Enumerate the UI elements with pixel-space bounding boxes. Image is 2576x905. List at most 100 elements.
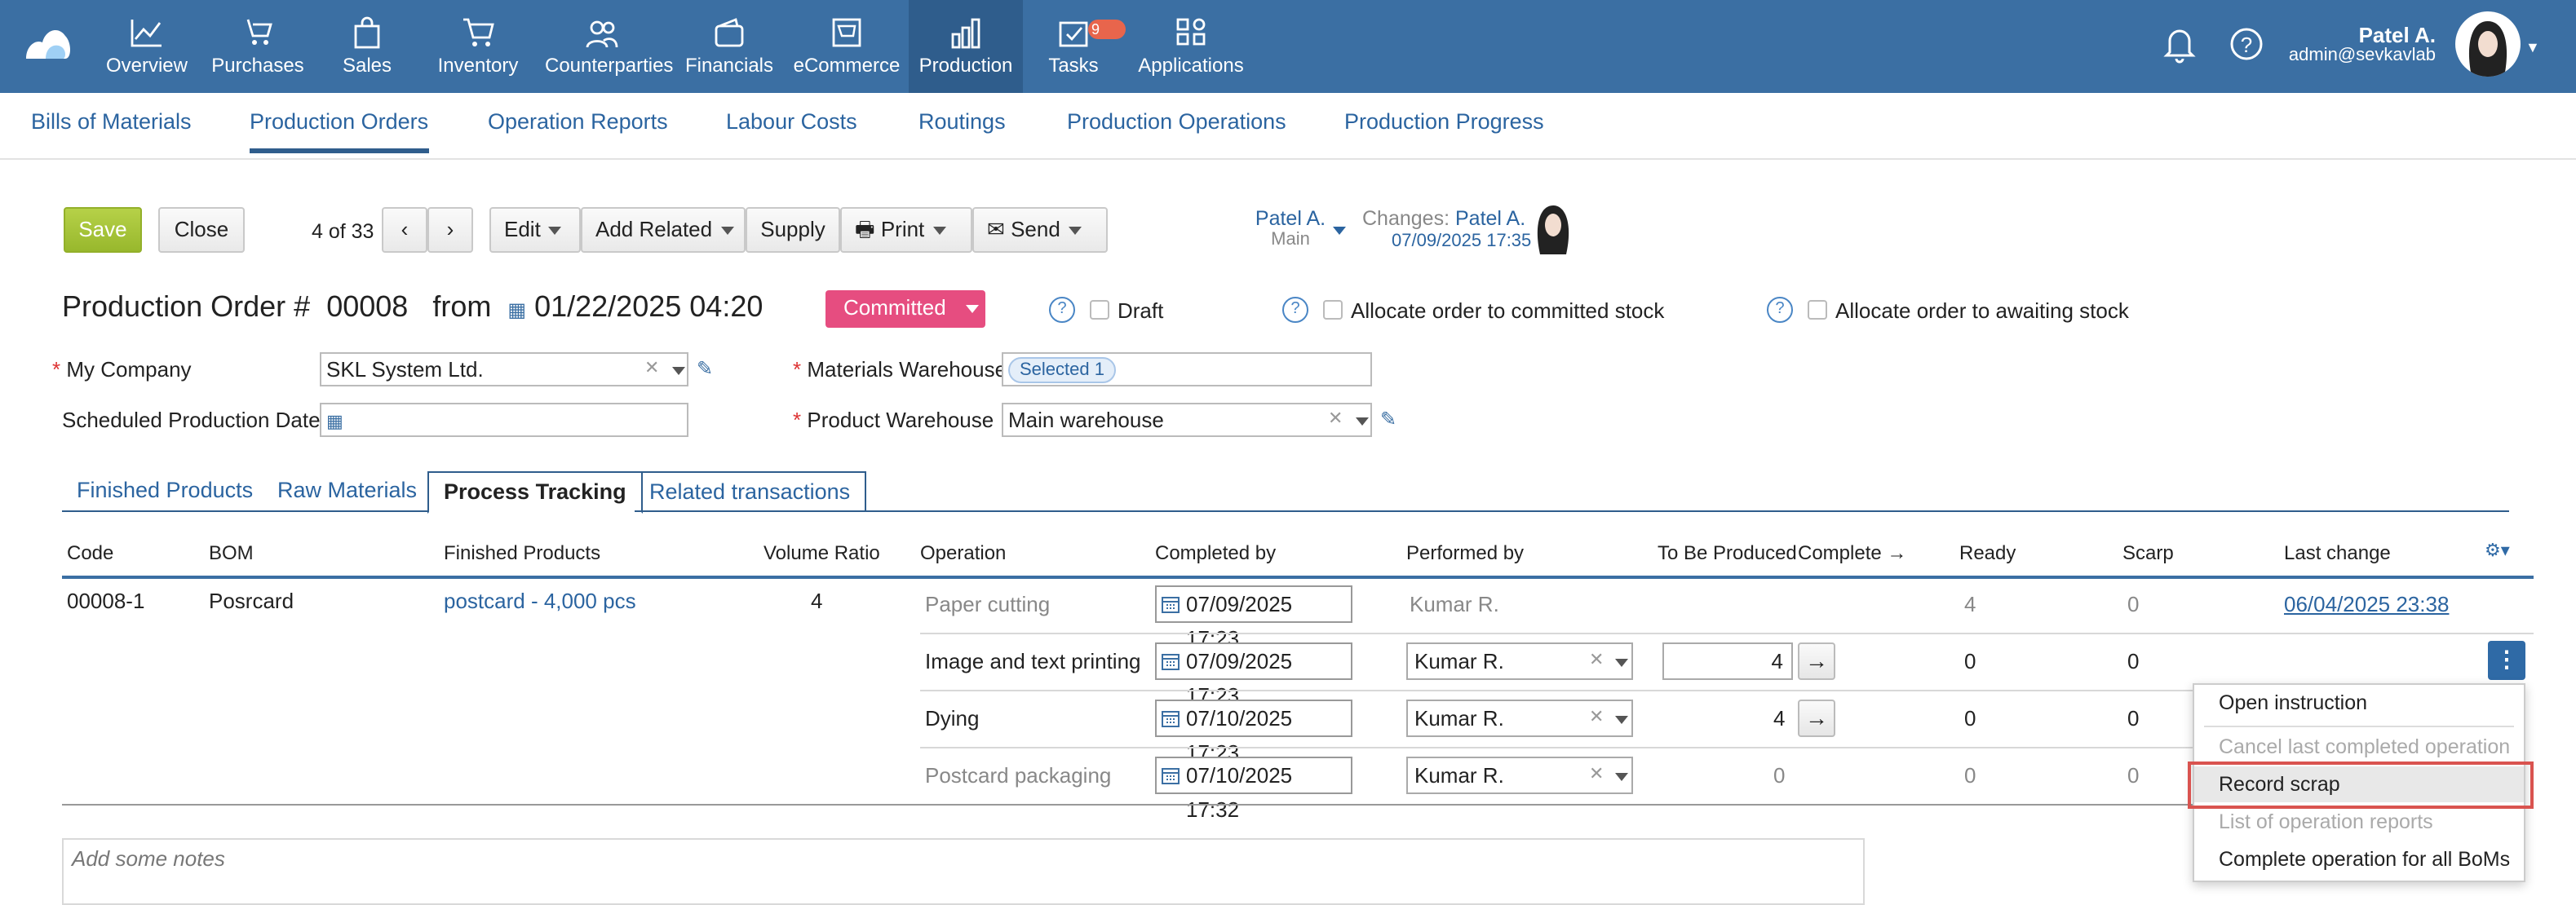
col-operation[interactable]: Operation <box>920 541 1006 564</box>
add-related-button[interactable]: Add Related <box>581 207 746 253</box>
send-button[interactable]: ✉ Send <box>972 207 1108 253</box>
print-button[interactable]: 🖶 Print <box>840 207 972 253</box>
performer-select[interactable]: Kumar R. ✕ <box>1406 757 1633 794</box>
clear-icon[interactable]: ✕ <box>1589 701 1604 735</box>
edit-pencil-icon[interactable]: ✎ <box>1380 408 1396 430</box>
calendar-icon[interactable] <box>1162 652 1180 670</box>
draft-checkbox[interactable] <box>1090 300 1109 320</box>
bell-icon[interactable] <box>2160 23 2199 65</box>
completed-date-input[interactable]: 07/09/2025 17:23 <box>1155 642 1352 708</box>
completed-date-input[interactable]: 07/09/2025 17:23 <box>1155 585 1352 651</box>
completed-date-input[interactable]: 07/10/2025 17:23 <box>1155 700 1352 765</box>
subnav-production-orders[interactable]: Production Orders <box>250 109 429 153</box>
nav-financials[interactable]: Financials <box>672 0 786 93</box>
nav-sales[interactable]: Sales <box>310 0 424 93</box>
nav-ecommerce[interactable]: eCommerce <box>790 0 904 93</box>
row-finished-product-link[interactable]: postcard - 4,000 pcs <box>444 589 636 613</box>
col-volume-ratio[interactable]: Volume Ratio <box>764 541 880 564</box>
col-performed-by[interactable]: Performed by <box>1406 541 1524 564</box>
clear-icon[interactable]: ✕ <box>644 354 659 385</box>
tab-related-transactions[interactable]: Related transactions <box>635 471 867 512</box>
menu-complete-all-boms[interactable]: Complete operation for all BoMs <box>2194 841 2524 877</box>
owner-caret-icon[interactable] <box>1333 227 1346 235</box>
product-warehouse-select[interactable]: Main warehouse ✕ <box>1002 403 1372 437</box>
tab-raw-materials[interactable]: Raw Materials <box>263 471 432 512</box>
caret-down-icon[interactable] <box>672 367 685 375</box>
supply-button[interactable]: Supply <box>746 207 840 253</box>
nav-purchases[interactable]: Purchases <box>201 0 315 93</box>
nav-counterparties[interactable]: Counterparties <box>545 0 673 93</box>
calendar-icon[interactable] <box>1162 595 1180 613</box>
col-ready[interactable]: Ready <box>1959 541 2016 564</box>
col-to-be-produced[interactable]: To Be Produced <box>1658 541 1797 564</box>
scheduled-date-input[interactable]: ▦ <box>320 403 688 437</box>
tab-process-tracking[interactable]: Process Tracking <box>427 471 643 514</box>
nav-overview[interactable]: Overview <box>90 0 204 93</box>
caret-down-icon[interactable] <box>1615 773 1628 781</box>
avatar[interactable] <box>2455 11 2521 77</box>
company-select[interactable]: SKL System Ltd. ✕ <box>320 352 688 386</box>
edit-pencil-icon[interactable]: ✎ <box>697 357 713 380</box>
subnav-bills-of-materials[interactable]: Bills of Materials <box>31 109 192 134</box>
to-be-produced-input[interactable]: 4 <box>1662 642 1793 680</box>
subnav-labour-costs[interactable]: Labour Costs <box>726 109 857 134</box>
save-button[interactable]: Save <box>64 207 142 253</box>
menu-open-instruction[interactable]: Open instruction <box>2194 685 2524 721</box>
calendar-icon[interactable] <box>1162 709 1180 727</box>
performer-select[interactable]: Kumar R. ✕ <box>1406 700 1633 737</box>
caret-down-icon[interactable] <box>1615 716 1628 724</box>
allocate-awaiting-checkbox[interactable] <box>1808 300 1827 320</box>
user-menu-chevron-icon[interactable]: ▼ <box>2525 39 2540 55</box>
subnav-routings[interactable]: Routings <box>918 109 1006 134</box>
column-settings-gear-icon[interactable]: ⚙▾ <box>2485 540 2510 561</box>
col-complete[interactable]: Complete → <box>1798 541 1906 564</box>
allocate-committed-checkbox[interactable] <box>1323 300 1343 320</box>
complete-arrow-button[interactable]: → <box>1798 642 1835 680</box>
prev-record-button[interactable]: ‹ <box>382 207 427 253</box>
last-change-link[interactable]: 06/04/2025 23:38 <box>2284 592 2449 616</box>
status-dropdown[interactable]: Committed <box>825 290 985 328</box>
next-record-button[interactable]: › <box>427 207 473 253</box>
calendar-icon[interactable]: ▦ <box>507 298 526 321</box>
subnav-operation-reports[interactable]: Operation Reports <box>488 109 668 134</box>
nav-tasks[interactable]: Tasks <box>1016 0 1131 93</box>
clear-icon[interactable]: ✕ <box>1589 644 1604 678</box>
nav-production[interactable]: Production <box>909 0 1023 93</box>
col-finished-products[interactable]: Finished Products <box>444 541 600 564</box>
performer-select[interactable]: Kumar R. ✕ <box>1406 642 1633 680</box>
help-icon[interactable]: ? <box>1767 297 1793 323</box>
materials-warehouse-select[interactable]: Selected 1 <box>1002 352 1372 386</box>
edit-menu-button[interactable]: Edit <box>489 207 581 253</box>
nav-inventory[interactable]: Inventory <box>421 0 535 93</box>
tab-finished-products[interactable]: Finished Products <box>62 471 268 512</box>
owner-selector[interactable]: Patel A. Main <box>1240 207 1341 249</box>
col-scrap[interactable]: Scarp <box>2122 541 2174 564</box>
subnav-production-operations[interactable]: Production Operations <box>1067 109 1286 134</box>
subnav-production-progress[interactable]: Production Progress <box>1344 109 1544 134</box>
order-date[interactable]: 01/22/2025 04:20 <box>534 290 763 323</box>
row-actions-kebab-button[interactable]: ⋮ <box>2488 641 2525 680</box>
caret-down-icon[interactable] <box>1356 417 1369 426</box>
clear-icon[interactable]: ✕ <box>1589 758 1604 792</box>
selected-tag[interactable]: Selected 1 <box>1008 357 1116 383</box>
help-icon[interactable]: ? <box>1282 297 1308 323</box>
nav-applications[interactable]: Applications <box>1134 0 1248 93</box>
order-number[interactable]: 00008 <box>326 290 408 323</box>
completed-date-input[interactable]: 07/10/2025 17:32 <box>1155 757 1352 822</box>
help-icon[interactable]: ? <box>1049 297 1075 323</box>
clear-icon[interactable]: ✕ <box>1328 404 1343 435</box>
calendar-icon[interactable] <box>1162 766 1180 784</box>
complete-arrow-button[interactable]: → <box>1798 700 1835 737</box>
logo-icon[interactable] <box>23 23 72 65</box>
col-code[interactable]: Code <box>67 541 113 564</box>
col-bom[interactable]: BOM <box>209 541 254 564</box>
caret-down-icon[interactable] <box>1615 659 1628 667</box>
calendar-icon[interactable]: ▦ <box>326 413 343 432</box>
close-button[interactable]: Close <box>158 207 245 253</box>
notes-textarea[interactable]: Add some notes <box>62 838 1865 905</box>
user-info[interactable]: Patel A. admin@sevkavlab <box>2289 24 2436 67</box>
col-completed-by[interactable]: Completed by <box>1155 541 1276 564</box>
col-last-change[interactable]: Last change <box>2284 541 2391 564</box>
help-icon[interactable]: ? <box>2227 23 2266 65</box>
changes-user[interactable]: Patel A. <box>1455 207 1525 230</box>
